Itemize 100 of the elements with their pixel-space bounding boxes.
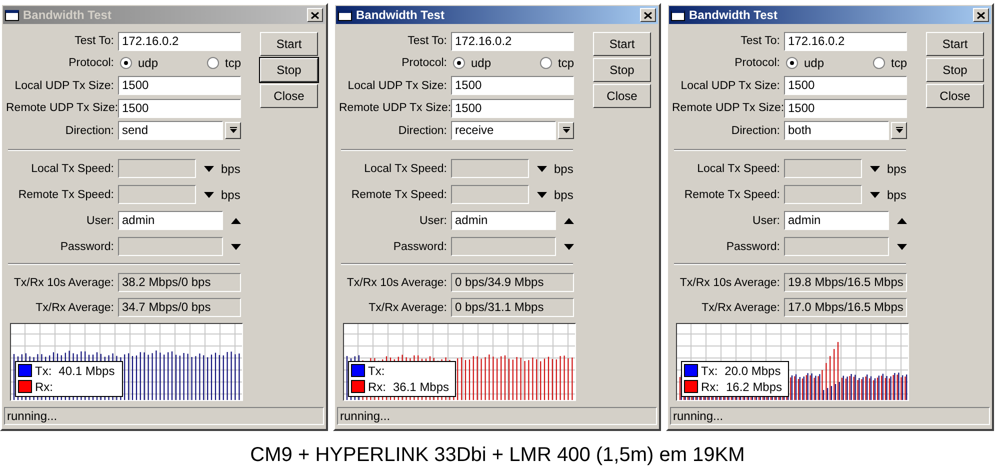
radio-button[interactable] xyxy=(120,57,132,70)
dropdown-button[interactable] xyxy=(225,122,241,140)
dialog-button[interactable]: Stop xyxy=(593,58,651,82)
field-label: Remote UDP Tx Size: xyxy=(672,102,784,114)
dialog-button[interactable]: Start xyxy=(593,32,651,56)
dropdown-arrow-icon xyxy=(896,127,902,134)
readout-field: 19.8 Mbps/16.5 Mbps xyxy=(784,273,907,292)
field-label: Test To: xyxy=(740,35,781,47)
dropdown-field[interactable]: both xyxy=(784,121,889,140)
dialog-button[interactable]: Start xyxy=(260,32,318,56)
field-label: Remote UDP Tx Size: xyxy=(339,102,451,114)
legend-label: Tx: xyxy=(35,364,52,378)
dialog-button[interactable]: Close xyxy=(926,84,984,108)
legend-value: 16.2 Mbps xyxy=(726,380,782,394)
readout-field: 0 bps/34.9 Mbps xyxy=(451,273,574,292)
readout-field: 0 bps/31.1 Mbps xyxy=(451,298,574,318)
window-title: Bandwidth Test xyxy=(23,8,112,22)
input-field[interactable]: 172.16.0.2 xyxy=(784,32,907,50)
radio-label: tcp xyxy=(558,56,574,70)
input-field[interactable]: 1500 xyxy=(451,98,574,118)
dropdown-button[interactable] xyxy=(558,122,574,140)
input-field[interactable]: admin xyxy=(451,211,556,230)
legend-value: 20.0 Mbps xyxy=(724,364,781,378)
field-label: User: xyxy=(418,214,448,227)
dialog-button[interactable]: Close xyxy=(260,84,318,108)
close-button[interactable] xyxy=(307,8,323,22)
legend-label: Tx: xyxy=(368,364,385,378)
close-icon xyxy=(644,12,652,18)
window-title: Bandwidth Test xyxy=(356,8,446,22)
close-button[interactable] xyxy=(640,8,656,22)
window-icon xyxy=(338,10,352,20)
unit-label: bps xyxy=(221,188,240,202)
radio-button[interactable] xyxy=(786,57,798,70)
dropdown-button[interactable] xyxy=(891,122,907,140)
field-label: Direction: xyxy=(730,124,781,137)
field-label: Tx/Rx 10s Average: xyxy=(12,276,115,289)
input-field[interactable]: 1500 xyxy=(784,98,907,118)
legend-value: 36.1 Mbps xyxy=(393,380,450,394)
status-bar: running... xyxy=(337,406,657,425)
dropdown-field[interactable]: send xyxy=(118,121,223,140)
input-field[interactable]: 1500 xyxy=(451,76,574,96)
collapse-arrow-icon[interactable] xyxy=(231,218,241,224)
radio-button[interactable] xyxy=(206,57,219,70)
dropdown-field[interactable]: receive xyxy=(451,121,556,140)
radio-button[interactable] xyxy=(872,57,885,70)
field-label: Tx/Rx Average: xyxy=(368,302,448,314)
unit-label: bps xyxy=(221,162,240,176)
legend-label: Rx: xyxy=(701,380,719,394)
field-label: Local UDP Tx Size: xyxy=(14,80,115,92)
field-label: Local UDP Tx Size: xyxy=(680,80,781,92)
window-icon xyxy=(5,10,19,20)
window-icon xyxy=(671,10,685,20)
radio-button[interactable] xyxy=(540,57,552,70)
readout-field: 38.2 Mbps/0 bps xyxy=(118,273,241,292)
close-button[interactable] xyxy=(973,8,989,22)
field-label: User: xyxy=(752,214,781,227)
dropdown-arrow-icon xyxy=(230,127,236,134)
field-label: Tx/Rx Average: xyxy=(700,302,781,314)
field-label: Tx/Rx 10s Average: xyxy=(678,276,781,289)
dialog-button[interactable]: Close xyxy=(593,84,651,108)
field-label: Local Tx Speed: xyxy=(30,162,115,175)
input-field[interactable]: admin xyxy=(118,211,223,230)
field-label: Local Tx Speed: xyxy=(363,162,448,175)
unit-label: bps xyxy=(887,188,906,202)
legend-label: Rx: xyxy=(35,380,53,394)
close-icon xyxy=(311,12,319,18)
dialog-button[interactable]: Stop xyxy=(260,58,318,82)
caption-text: CM9 + HYPERLINK 33Dbi + LMR 400 (1,5m) em 19KM xyxy=(250,444,745,466)
legend-label: Rx: xyxy=(368,380,386,394)
field-label: Protocol: xyxy=(734,57,781,70)
legend-value: 40.1 Mbps xyxy=(58,364,115,378)
field-label: Test To: xyxy=(406,35,448,47)
field-label: Direction: xyxy=(64,124,115,137)
input-field[interactable]: 172.16.0.2 xyxy=(118,32,241,50)
dialog-button[interactable]: Start xyxy=(926,32,984,56)
field-label: Protocol: xyxy=(400,57,448,70)
field-label: Remote Tx Speed: xyxy=(350,188,448,201)
field-label: User: xyxy=(86,214,115,227)
input-field[interactable]: 1500 xyxy=(118,76,241,96)
field-label: Tx/Rx Average: xyxy=(34,302,115,314)
input-field[interactable]: 172.16.0.2 xyxy=(451,32,574,50)
dialog-button[interactable]: Stop xyxy=(926,58,984,82)
field-label: Password: xyxy=(725,240,781,253)
input-field[interactable]: admin xyxy=(784,211,889,230)
dropdown-arrow-icon xyxy=(562,127,570,134)
input-field[interactable]: 1500 xyxy=(118,98,241,118)
status-bar: running... xyxy=(4,406,324,425)
field-label: Remote Tx Speed: xyxy=(683,188,781,201)
unit-label: bps xyxy=(554,162,574,176)
status-bar: running... xyxy=(670,406,990,425)
field-label: Password: xyxy=(59,240,115,253)
collapse-arrow-icon[interactable] xyxy=(564,218,574,224)
field-label: Remote Tx Speed: xyxy=(17,188,115,201)
unit-label: bps xyxy=(554,188,574,202)
field-label: Test To: xyxy=(74,35,115,47)
radio-button[interactable] xyxy=(453,57,465,70)
input-field[interactable]: 1500 xyxy=(784,76,907,96)
collapse-arrow-icon[interactable] xyxy=(897,218,907,224)
field-label: Tx/Rx 10s Average: xyxy=(346,276,448,289)
window-title: Bandwidth Test xyxy=(689,8,778,22)
